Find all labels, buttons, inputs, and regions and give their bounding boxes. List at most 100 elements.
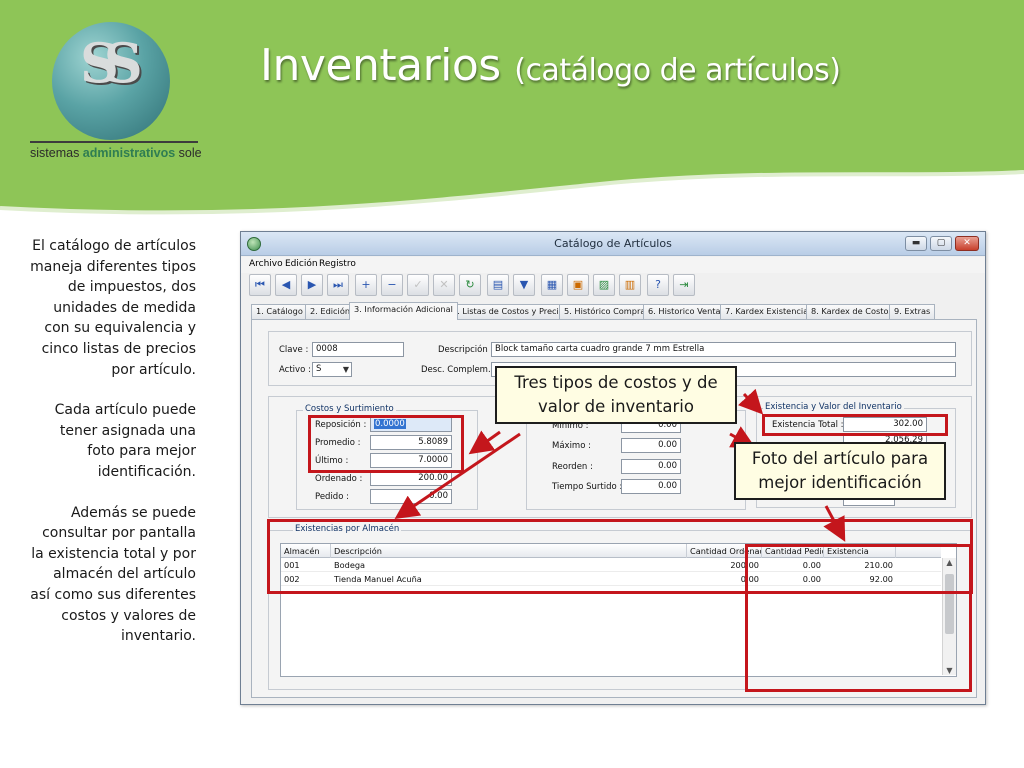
existencia-total-label: Existencia Total : [772, 420, 844, 430]
column-header-existencia[interactable]: Existencia [824, 544, 896, 558]
maximize-button[interactable]: ▢ [930, 236, 952, 251]
filter-icon[interactable]: ▼ [513, 274, 535, 296]
tab-catalogo[interactable]: 1. Catálogo [251, 304, 308, 319]
clave-label: Clave : [279, 345, 309, 355]
exit-icon[interactable]: ⇥ [673, 274, 695, 296]
ordenado-label: Ordenado : [315, 474, 363, 484]
column-header-almacen[interactable]: Almacén [281, 544, 331, 558]
chevron-down-icon: ▼ [342, 365, 349, 374]
tab-kardex-costos[interactable]: 8. Kardex de Costos [806, 304, 898, 319]
menu-archivo[interactable]: Archivo [249, 259, 283, 269]
logo-letters: SS [80, 31, 143, 95]
picture-icon[interactable]: ▨ [593, 274, 615, 296]
scroll-thumb[interactable] [945, 574, 954, 634]
tab-extras[interactable]: 9. Extras [889, 304, 936, 319]
description-paragraph: El catálogo de artículos maneja diferent… [30, 238, 196, 378]
table-header: Almacén Descripción Cantidad Ordenada Ca… [281, 544, 941, 558]
slide-description: El catálogo de artículos maneja diferent… [30, 236, 196, 667]
confirm-icon[interactable]: ✓ [407, 274, 429, 296]
tiempo-surtido-label: Tiempo Surtido : [552, 482, 623, 492]
foto-callout: Foto del artículo para mejor identificac… [734, 442, 946, 500]
next-record-icon[interactable]: ▶ [301, 274, 323, 296]
costos-callout: Tres tipos de costos y de valor de inven… [495, 366, 737, 424]
desc-complem-label: Desc. Complem. : [421, 365, 497, 375]
promedio-field[interactable]: 5.8089 [370, 435, 452, 450]
column-header-cantidad-ordenada[interactable]: Cantidad Ordenada [687, 544, 762, 558]
cell-existencia: 210.00 [864, 560, 893, 570]
window-title: Catálogo de Artículos [554, 237, 672, 250]
tab-historico-ventas[interactable]: 6. Historico Ventas [643, 304, 730, 319]
existencia-total-field[interactable]: 302.00 [843, 417, 927, 432]
minimize-button[interactable]: ▬ [905, 236, 927, 251]
tab-kardex-existencias[interactable]: 7. Kardex Existencias [720, 304, 818, 319]
tab-strip: 1. Catálogo 2. Edición 3. Información Ad… [251, 302, 981, 320]
tiempo-surtido-field[interactable]: 0.00 [621, 479, 681, 494]
list-icon[interactable]: ▦ [541, 274, 563, 296]
pedido-field[interactable]: 0.00 [370, 489, 452, 504]
clave-field[interactable]: 0008 [312, 342, 404, 357]
cell-descripcion: Tienda Manuel Acuña [334, 574, 422, 584]
report-icon[interactable]: ▥ [619, 274, 641, 296]
description-paragraph: Cada artículo puede tener asignada una f… [54, 402, 196, 480]
description-paragraph: Además se puede consultar por pantalla l… [30, 504, 196, 645]
slide-subtitle: (catálogo de artículos) [514, 53, 841, 88]
cell-cantidad-pedida: 0.00 [802, 560, 821, 570]
table-row[interactable]: 001 Bodega 200.00 0.00 210.00 [281, 559, 941, 572]
logo-divider [30, 141, 198, 143]
cell-cantidad-ordenada: 200.00 [730, 560, 759, 570]
cell-cantidad-pedida: 0.00 [802, 574, 821, 584]
last-record-icon[interactable]: ⏭ [327, 274, 349, 296]
column-header-cantidad-pedida[interactable]: Cantidad Pedida [762, 544, 824, 558]
menu-bar: Archivo Edición Registro [241, 257, 985, 273]
menu-edicion[interactable]: Edición [285, 259, 318, 269]
table-row[interactable]: 002 Tienda Manuel Acuña 0.00 0.00 92.00 [281, 573, 941, 586]
refresh-icon[interactable]: ↻ [459, 274, 481, 296]
ordenado-field[interactable]: 200.00 [370, 471, 452, 486]
almacenes-group-title: Existencias por Almacén [293, 524, 402, 534]
tab-historico-compras[interactable]: 5. Histórico Compras [559, 304, 655, 319]
close-button[interactable]: ✕ [955, 236, 979, 251]
window-titlebar[interactable]: Catálogo de Artículos ▬ ▢ ✕ [241, 232, 985, 256]
help-icon[interactable]: ? [647, 274, 669, 296]
reorden-field[interactable]: 0.00 [621, 459, 681, 474]
pedido-label: Pedido : [315, 492, 349, 502]
menu-registro[interactable]: Registro [319, 259, 356, 269]
activo-combo[interactable]: S ▼ [312, 362, 352, 377]
scroll-up-icon[interactable]: ▲ [943, 558, 956, 567]
descripcion-label: Descripción : [438, 345, 494, 355]
maximo-field[interactable]: 0.00 [621, 438, 681, 453]
cell-existencia: 92.00 [869, 574, 893, 584]
cell-almacen: 001 [284, 560, 300, 570]
tab-listas-costos-precios[interactable]: 4. Listas de Costos y Precios [447, 304, 574, 319]
descripcion-field[interactable]: Block tamaño carta cuadro grande 7 mm Es… [491, 342, 956, 357]
remove-icon[interactable]: − [381, 274, 403, 296]
activo-value: S [316, 364, 322, 374]
table-scrollbar[interactable]: ▲ ▼ [942, 558, 956, 675]
logo-company-name: sistemas administrativos sole [30, 146, 202, 160]
existencia-group-title: Existencia y Valor del Inventario [763, 402, 904, 412]
cell-cantidad-ordenada: 0.00 [740, 574, 759, 584]
almacenes-table: Almacén Descripción Cantidad Ordenada Ca… [280, 543, 957, 677]
reposicion-field[interactable]: 0.0000 [370, 417, 452, 432]
reposicion-label: Reposición : [315, 420, 367, 430]
tab-informacion-adicional[interactable]: 3. Información Adicional [349, 302, 458, 320]
activo-label: Activo : [279, 365, 311, 375]
add-icon[interactable]: + [355, 274, 377, 296]
reorden-label: Reorden : [552, 462, 593, 472]
column-header-descripcion[interactable]: Descripción [331, 544, 687, 558]
previous-record-icon[interactable]: ◀ [275, 274, 297, 296]
scroll-down-icon[interactable]: ▼ [943, 666, 956, 675]
tab-edicion[interactable]: 2. Edición [305, 304, 356, 319]
document-icon[interactable]: ▤ [487, 274, 509, 296]
window-icon[interactable]: ▣ [567, 274, 589, 296]
slide-title: Inventarios (catálogo de artículos) [260, 40, 841, 91]
costos-group-title: Costos y Surtimiento [303, 404, 396, 414]
slide-header: SS sistemas administrativos sole Inventa… [0, 0, 1024, 230]
ultimo-field[interactable]: 7.0000 [370, 453, 452, 468]
cell-descripcion: Bodega [334, 560, 366, 570]
first-record-icon[interactable]: ⏮ [249, 274, 271, 296]
promedio-label: Promedio : [315, 438, 361, 448]
cell-almacen: 002 [284, 574, 300, 584]
maximo-label: Máximo : [552, 441, 591, 451]
cancel-icon[interactable]: ✕ [433, 274, 455, 296]
